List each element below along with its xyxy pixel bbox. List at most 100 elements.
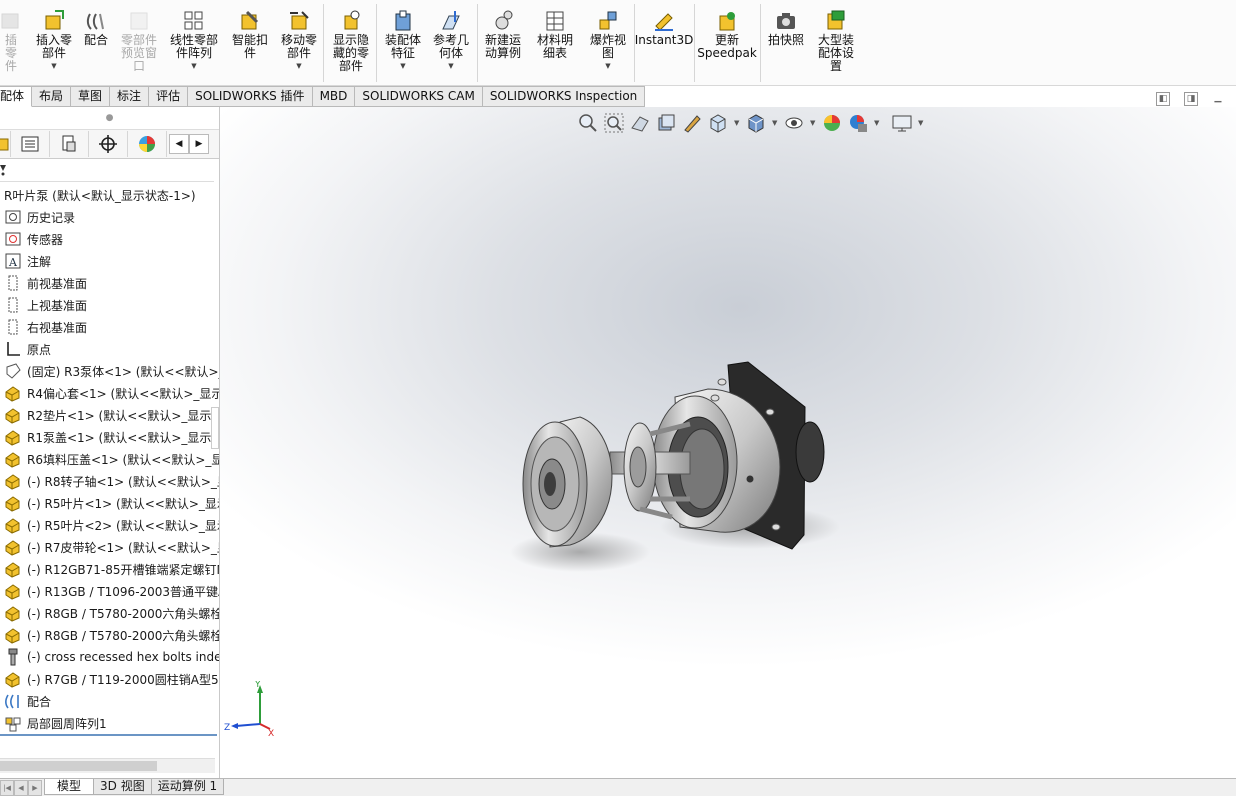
tree-item[interactable]: (-) cross recessed hex bolts inde (0, 646, 219, 668)
new-motion-study-icon (495, 10, 513, 30)
tree-item[interactable]: R1泵盖<1> (默认<<默认>_显示状 (0, 426, 219, 448)
part-icon (4, 626, 22, 644)
tree-item[interactable]: R6填料压盖<1> (默认<<默认>_显 (0, 448, 219, 470)
large-assembly-button[interactable]: 大型装 配体设 置 (814, 10, 858, 73)
first-tab-icon[interactable]: |◀ (0, 780, 14, 796)
tree-horizontal-scrollbar[interactable] (0, 758, 215, 773)
tree-item[interactable]: (-) R8转子轴<1> (默认<<默认>_显 (0, 470, 219, 492)
tree-item[interactable]: 历史记录 (0, 206, 219, 228)
tree-item[interactable]: 原点 (0, 338, 219, 360)
graphics-area[interactable]: ▼ ▼ ▼ ▼ ▼ Y Z X (220, 107, 1236, 778)
chevron-down-icon[interactable]: ▼ (191, 62, 196, 70)
tree-item[interactable]: 传感器 (0, 228, 219, 250)
command-tab[interactable]: MBD (312, 86, 356, 107)
panel-tab-scroll-right-icon[interactable]: ▶ (189, 134, 209, 154)
tree-item[interactable]: (-) R7GB / T119-2000圆柱销A型5> (0, 668, 219, 690)
linear-pattern-button[interactable]: 线性零部 件阵列 ▼ (168, 10, 220, 70)
update-speedpak-icon (719, 12, 735, 31)
tree-item[interactable]: 局部圆周阵列1 (0, 712, 219, 734)
bottom-tab[interactable]: 模型 (44, 779, 95, 795)
panel-tab-property-manager[interactable] (50, 131, 89, 157)
exploded-view-button[interactable]: 爆炸视 图 ▼ (586, 10, 630, 70)
tree-item[interactable]: R4偏心套<1> (默认<<默认>_显示 (0, 382, 219, 404)
tree-item[interactable]: (-) R8GB / T5780-2000六角头螺栓 (0, 624, 219, 646)
panel-tab-assembly[interactable] (0, 131, 11, 157)
tree-item[interactable]: 上视基准面 (0, 294, 219, 316)
partial-left-label: 插零 件 (4, 33, 17, 73)
scroll-thumb[interactable] (0, 761, 157, 771)
tree-item[interactable]: (-) R13GB / T1096-2003普通平键A (0, 580, 219, 602)
instant3d-button[interactable]: Instant3D (635, 10, 693, 47)
tree-item[interactable]: R2垫片<1> (默认<<默认>_显示状 (0, 404, 219, 426)
fixed-part-icon (4, 362, 22, 380)
command-tab[interactable]: 草图 (71, 86, 111, 107)
tree-item-label: (-) R8GB / T5780-2000六角头螺栓 (27, 628, 219, 643)
update-speedpak-button[interactable]: 更新 Speedpak (697, 10, 757, 60)
component-preview-button[interactable]: 零部件 预览窗 口 (117, 10, 161, 73)
bottom-tabs: 模型 3D 视图 运动算例 1 (44, 779, 225, 795)
feature-tree: R叶片泵 (默认<默认_显示状态-1>) 历史记录传感器 A 注解 前视基准面 上视基准面… (0, 184, 219, 744)
insert-components-button[interactable]: 插入零 部件 ▼ (33, 10, 75, 70)
assembly-features-button[interactable]: 装配体 特征 ▼ (382, 10, 424, 70)
tree-filter-field[interactable] (0, 159, 214, 182)
command-manager-tabs: 配体 布局 草图 标注 评估 SOLIDWORKS 插件 MBD SOLIDWORKS CAM… (0, 86, 646, 107)
tree-item[interactable]: (-) R7皮带轮<1> (默认<<默认>_显 (0, 536, 219, 558)
part-icon (4, 604, 22, 622)
panel-tab-scroll-left-icon[interactable]: ◀ (169, 134, 189, 154)
command-tab[interactable]: 布局 (32, 86, 72, 107)
command-tab[interactable]: 标注 (110, 86, 150, 107)
tree-item-label: 历史记录 (27, 210, 76, 225)
command-manager-ribbon: 插零 件 插入零 部件 ▼ 配合 零部件 预览窗 口线性零部 件阵列 ▼ 智能扣 件移动零 … (0, 0, 1236, 86)
vane-pump-3d-model[interactable] (220, 107, 1236, 778)
circular-pattern-icon (4, 714, 22, 732)
minimize-icon[interactable]: ▁ (1212, 92, 1224, 104)
tree-item[interactable]: 前视基准面 (0, 272, 219, 294)
tree-item[interactable]: (-) R8GB / T5780-2000六角头螺栓 (0, 602, 219, 624)
command-tab[interactable]: SOLIDWORKS Inspection (482, 86, 646, 107)
plane-icon (4, 296, 22, 314)
chevron-down-icon[interactable]: ▼ (448, 62, 453, 70)
tree-item-label: 注解 (27, 254, 52, 269)
exploded-view-label: 爆炸视 图 (589, 33, 626, 60)
mate-button[interactable]: 配合 (80, 10, 112, 47)
tree-item[interactable]: 配合 (0, 690, 219, 712)
restore-right-icon[interactable]: ◨ (1184, 92, 1198, 106)
tree-root-assembly[interactable]: R叶片泵 (默认<默认_显示状态-1>) (0, 184, 219, 206)
triad-y-label: Y (254, 681, 261, 690)
tree-item[interactable]: (-) R5叶片<1> (默认<<默认>_显示 (0, 492, 219, 514)
panel-tab-feature-tree[interactable] (11, 131, 50, 157)
show-hidden-button[interactable]: 显示隐 藏的零 部件 (330, 10, 372, 73)
chevron-down-icon[interactable]: ▼ (400, 62, 405, 70)
tree-item[interactable]: (-) R12GB71-85开槽锥端紧定螺钉M (0, 558, 219, 580)
bottom-tab[interactable]: 3D 视图 (93, 779, 152, 795)
tree-item-label: 原点 (27, 342, 52, 357)
restore-left-icon[interactable]: ◧ (1156, 92, 1170, 106)
tree-vertical-scrollbar[interactable] (211, 407, 219, 449)
partial-left-button[interactable]: 插零 件 (0, 10, 22, 73)
panel-splitter-handle[interactable]: ● (0, 107, 219, 130)
panel-tab-configuration[interactable] (89, 131, 128, 157)
tree-item[interactable]: (-) R5叶片<2> (默认<<默认>_显示 (0, 514, 219, 536)
smart-fasteners-button[interactable]: 智能扣 件 (229, 10, 271, 60)
tree-item[interactable]: A 注解 (0, 250, 219, 272)
reference-geometry-button[interactable]: 参考几 何体 ▼ (430, 10, 472, 70)
chevron-down-icon[interactable]: ▼ (51, 62, 56, 70)
prev-tab-icon[interactable]: ◀ (14, 780, 28, 796)
command-tab[interactable]: SOLIDWORKS 插件 (188, 86, 313, 107)
tree-item[interactable]: 右视基准面 (0, 316, 219, 338)
next-tab-icon[interactable]: ▶ (28, 780, 42, 796)
take-snapshot-button[interactable]: 拍快照 (765, 10, 807, 47)
chevron-down-icon[interactable]: ▼ (296, 62, 301, 70)
mate-label: 配合 (83, 33, 108, 47)
command-tab[interactable]: 配体 (0, 86, 33, 107)
chevron-down-icon[interactable]: ▼ (605, 62, 610, 70)
command-tab[interactable]: SOLIDWORKS CAM (355, 86, 483, 107)
panel-tab-appearance[interactable] (128, 131, 167, 157)
move-component-button[interactable]: 移动零 部件 ▼ (279, 10, 319, 70)
tree-end-marker (0, 734, 217, 736)
tree-item[interactable]: (固定) R3泵体<1> (默认<<默认>_显 (0, 360, 219, 382)
bottom-tab[interactable]: 运动算例 1 (150, 779, 225, 795)
bill-of-materials-button[interactable]: 材料明 细表 (535, 10, 575, 60)
command-tab[interactable]: 评估 (149, 86, 189, 107)
new-motion-study-button[interactable]: 新建运 动算例 (481, 10, 525, 60)
